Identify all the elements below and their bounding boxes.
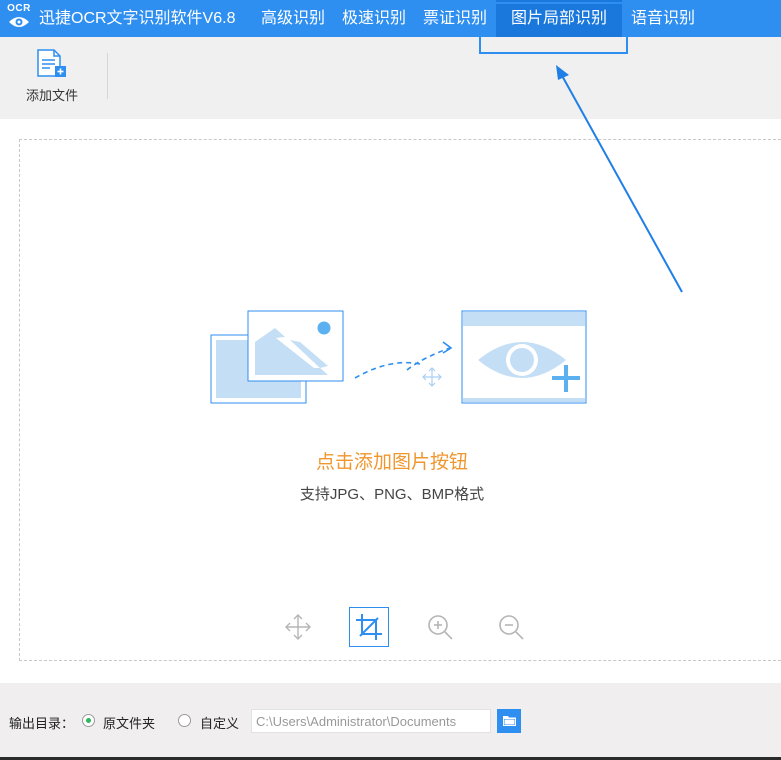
move-tool-button[interactable] bbox=[278, 607, 318, 647]
add-file-label: 添加文件 bbox=[25, 88, 78, 103]
app-title: 迅捷OCR文字识别软件V6.8 bbox=[39, 10, 236, 27]
zoom-out-icon bbox=[499, 615, 524, 640]
crop-icon bbox=[356, 614, 382, 640]
tab-fast-recognition[interactable]: 极速识别 bbox=[334, 0, 414, 37]
image-drop-zone[interactable]: 点击添加图片按钮 支持JPG、PNG、BMP格式 bbox=[19, 139, 781, 661]
radio-custom[interactable] bbox=[178, 714, 191, 727]
zoom-in-button[interactable] bbox=[420, 607, 460, 647]
title-bar: OCR 迅捷OCR文字识别软件V6.8 高级识别 极速识别 票证识别 图片局部识… bbox=[0, 0, 781, 37]
add-file-button[interactable]: 添加文件 bbox=[18, 49, 86, 107]
eye-icon bbox=[9, 17, 29, 27]
folder-icon bbox=[502, 716, 516, 726]
app-logo: OCR bbox=[5, 4, 33, 34]
original-folder-label[interactable]: 原文件夹 bbox=[103, 713, 155, 732]
output-path-input[interactable] bbox=[251, 709, 491, 733]
tab-ticket-recognition[interactable]: 票证识别 bbox=[414, 0, 496, 37]
tab-voice-recognition[interactable]: 语音识别 bbox=[622, 0, 704, 37]
add-image-hint: 点击添加图片按钮 bbox=[315, 452, 468, 473]
output-bar: 输出目录： 原文件夹 自定义 bbox=[0, 683, 781, 760]
tab-partial-image-recognition[interactable]: 图片局部识别 bbox=[496, 0, 622, 37]
output-directory-label: 输出目录： bbox=[9, 716, 75, 731]
tab-advanced-recognition[interactable]: 高级识别 bbox=[252, 0, 334, 37]
logo-text: OCR bbox=[7, 3, 31, 14]
supported-formats-text: 支持JPG、PNG、BMP格式 bbox=[299, 486, 485, 503]
toolbar-divider bbox=[107, 53, 108, 99]
custom-label[interactable]: 自定义 bbox=[200, 713, 239, 732]
crop-tool-button[interactable] bbox=[349, 607, 389, 647]
zoom-out-button[interactable] bbox=[491, 607, 531, 647]
add-file-icon bbox=[37, 49, 66, 77]
browse-folder-button[interactable] bbox=[497, 709, 521, 733]
move-icon bbox=[285, 614, 311, 640]
radio-original-folder[interactable] bbox=[82, 714, 95, 727]
zoom-in-icon bbox=[428, 615, 453, 640]
toolbar: 添加文件 bbox=[0, 37, 781, 119]
add-image-illustration bbox=[210, 310, 587, 404]
